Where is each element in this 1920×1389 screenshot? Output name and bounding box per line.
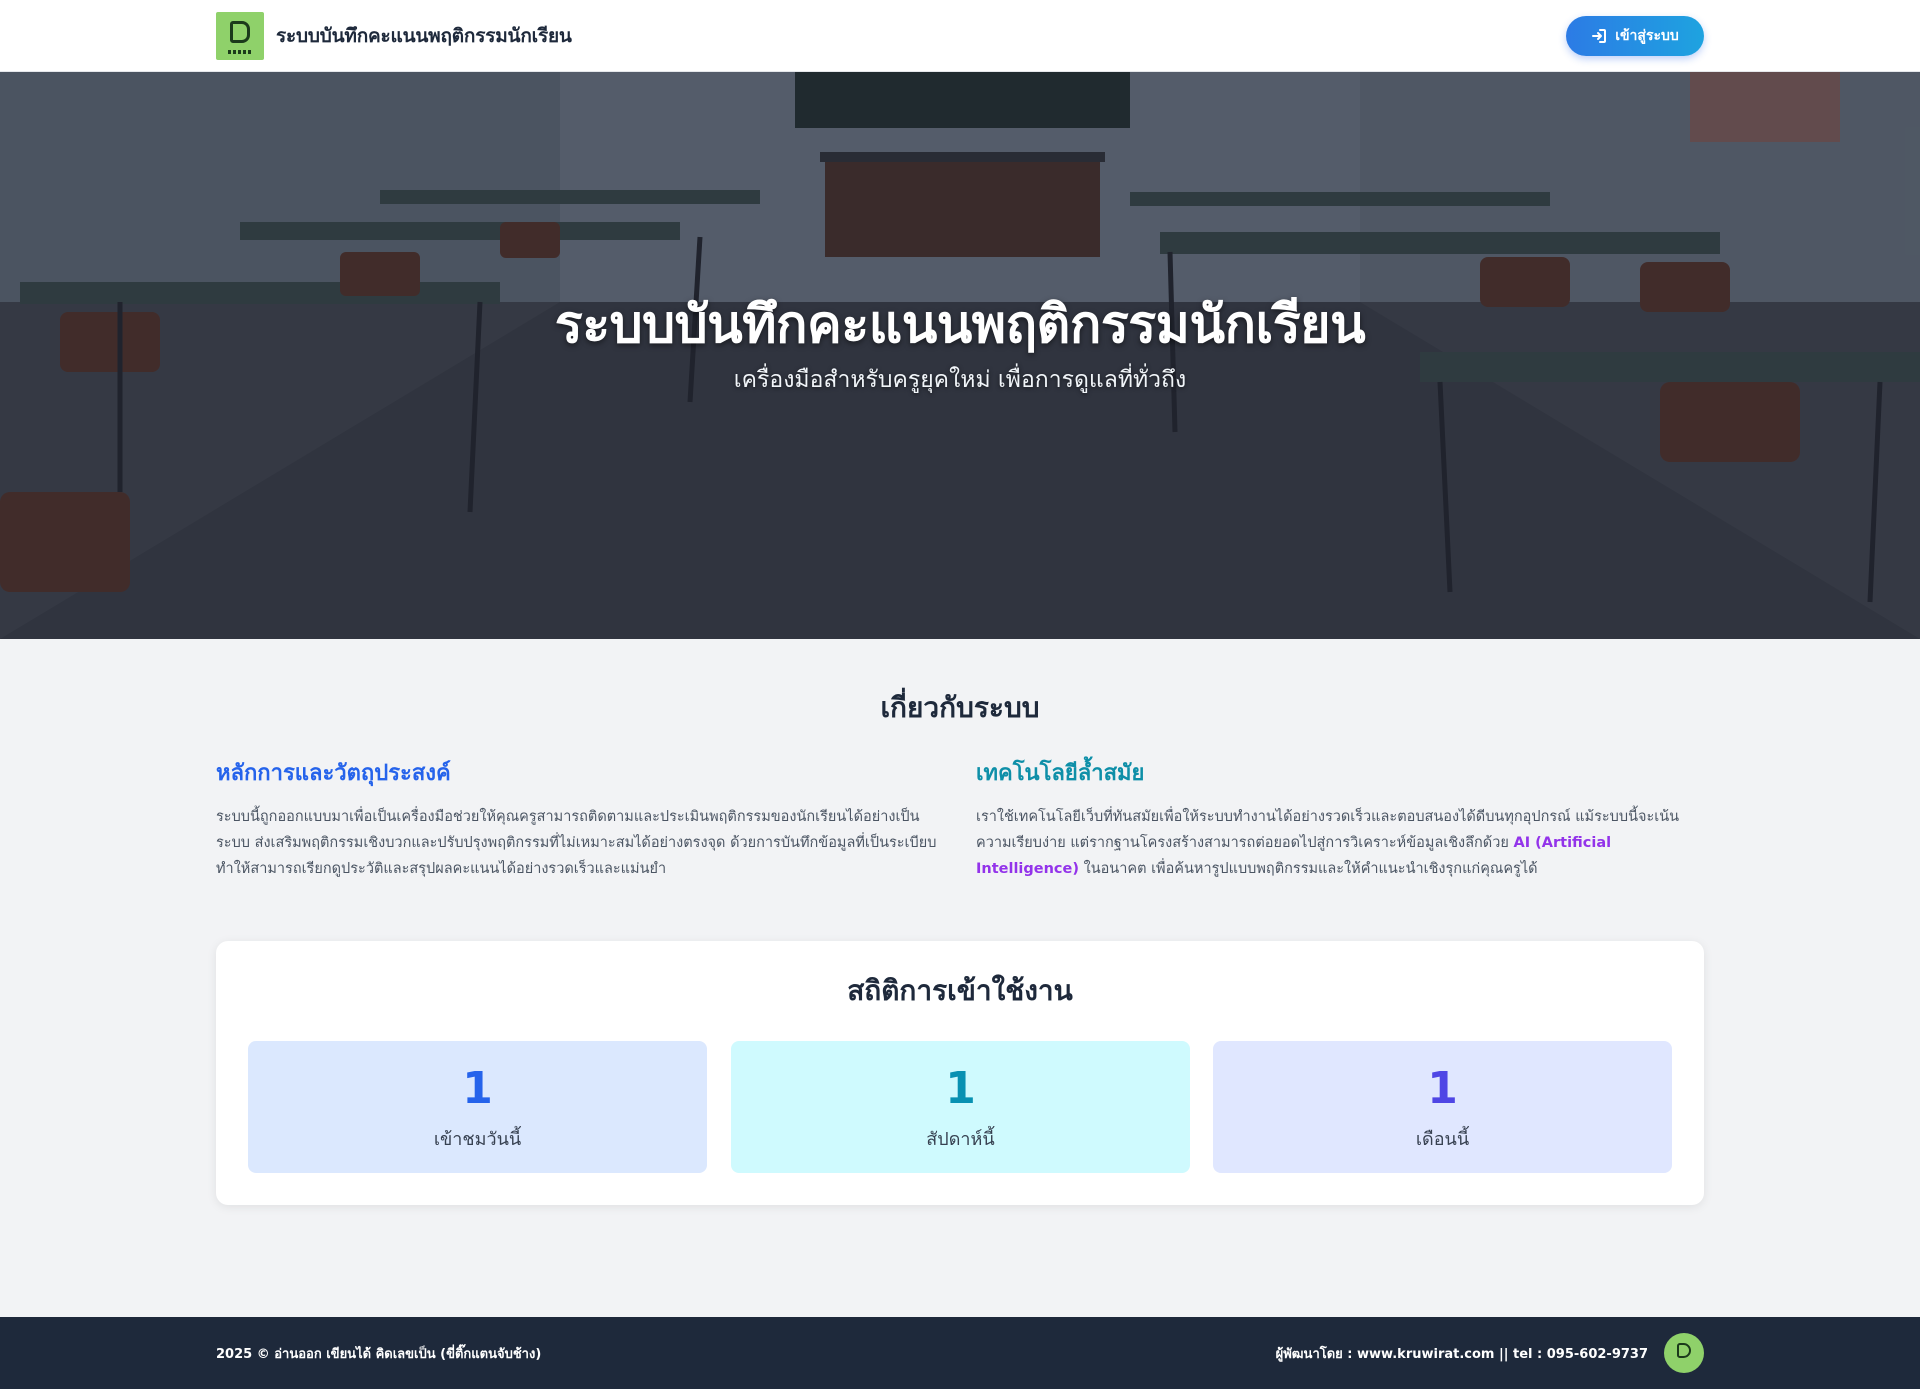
stat-month-label: เดือนนี้ xyxy=(1415,1129,1470,1150)
login-label: เข้าสู่ระบบ xyxy=(1615,28,1679,44)
technology-title: เทคโนโลยีล้ำสมัย xyxy=(976,761,1145,786)
hero-banner: ระบบบันทึกคะแนนพฤติกรรมนักเรียน เครื่องม… xyxy=(0,72,1920,639)
stat-today-label: เข้าชมวันนี้ xyxy=(433,1129,522,1150)
stat-week-value: 1 xyxy=(945,1063,976,1114)
stats-card: สถิติการเข้าใช้งาน 1 เข้าชมวันนี้ 1 สัปด… xyxy=(216,941,1704,1205)
footer-developer[interactable]: ผู้พัฒนาโดย : www.kruwirat.com || tel : … xyxy=(1276,1343,1648,1364)
hero-subtitle: เครื่องมือสำหรับครูยุคใหม่ เพื่อการดูแลท… xyxy=(733,367,1187,393)
about-heading: เกี่ยวกับระบบ xyxy=(880,691,1040,724)
navbar: ระบบบันทึกคะแนนพฤติกรรมนักเรียน เข้าสู่ร… xyxy=(0,0,1920,72)
school-logo-icon xyxy=(216,12,264,60)
principles-title: หลักการและวัตถุประสงค์ xyxy=(216,761,451,786)
footer-logo-icon xyxy=(1664,1333,1704,1373)
principles-section: หลักการและวัตถุประสงค์ ระบบนี้ถูกออกแบบม… xyxy=(216,755,944,882)
hero-title: ระบบบันทึกคะแนนพฤติกรรมนักเรียน xyxy=(554,295,1366,355)
stat-month: 1 เดือนนี้ xyxy=(1213,1041,1672,1173)
sign-in-icon xyxy=(1592,29,1607,43)
footer: 2025 © อ่านออก เขียนได้ คิดเลขเป็น (ขี่ต… xyxy=(0,1317,1920,1389)
technology-text-end: ในอนาคต เพื่อค้นหารูปแบบพฤติกรรมและให้คำ… xyxy=(1079,861,1538,877)
footer-copyright: 2025 © อ่านออก เขียนได้ คิดเลขเป็น (ขี่ต… xyxy=(216,1347,542,1362)
stat-today-value: 1 xyxy=(462,1063,493,1114)
brand-title: ระบบบันทึกคะแนนพฤติกรรมนักเรียน xyxy=(276,25,572,47)
login-button[interactable]: เข้าสู่ระบบ xyxy=(1566,16,1704,56)
stats-title: สถิติการเข้าใช้งาน xyxy=(847,974,1073,1007)
stat-today: 1 เข้าชมวันนี้ xyxy=(248,1041,707,1173)
technology-section: เทคโนโลยีล้ำสมัย เราใช้เทคโนโลยีเว็บที่ท… xyxy=(976,755,1704,882)
principles-text: ระบบนี้ถูกออกแบบมาเพื่อเป็นเครื่องมือช่ว… xyxy=(216,809,937,877)
stat-month-value: 1 xyxy=(1427,1063,1458,1114)
stat-week: 1 สัปดาห์นี้ xyxy=(731,1041,1190,1173)
brand[interactable]: ระบบบันทึกคะแนนพฤติกรรมนักเรียน xyxy=(216,12,572,60)
stat-week-label: สัปดาห์นี้ xyxy=(926,1129,995,1150)
technology-text: เราใช้เทคโนโลยีเว็บที่ทันสมัยเพื่อให้ระบ… xyxy=(976,804,1704,882)
